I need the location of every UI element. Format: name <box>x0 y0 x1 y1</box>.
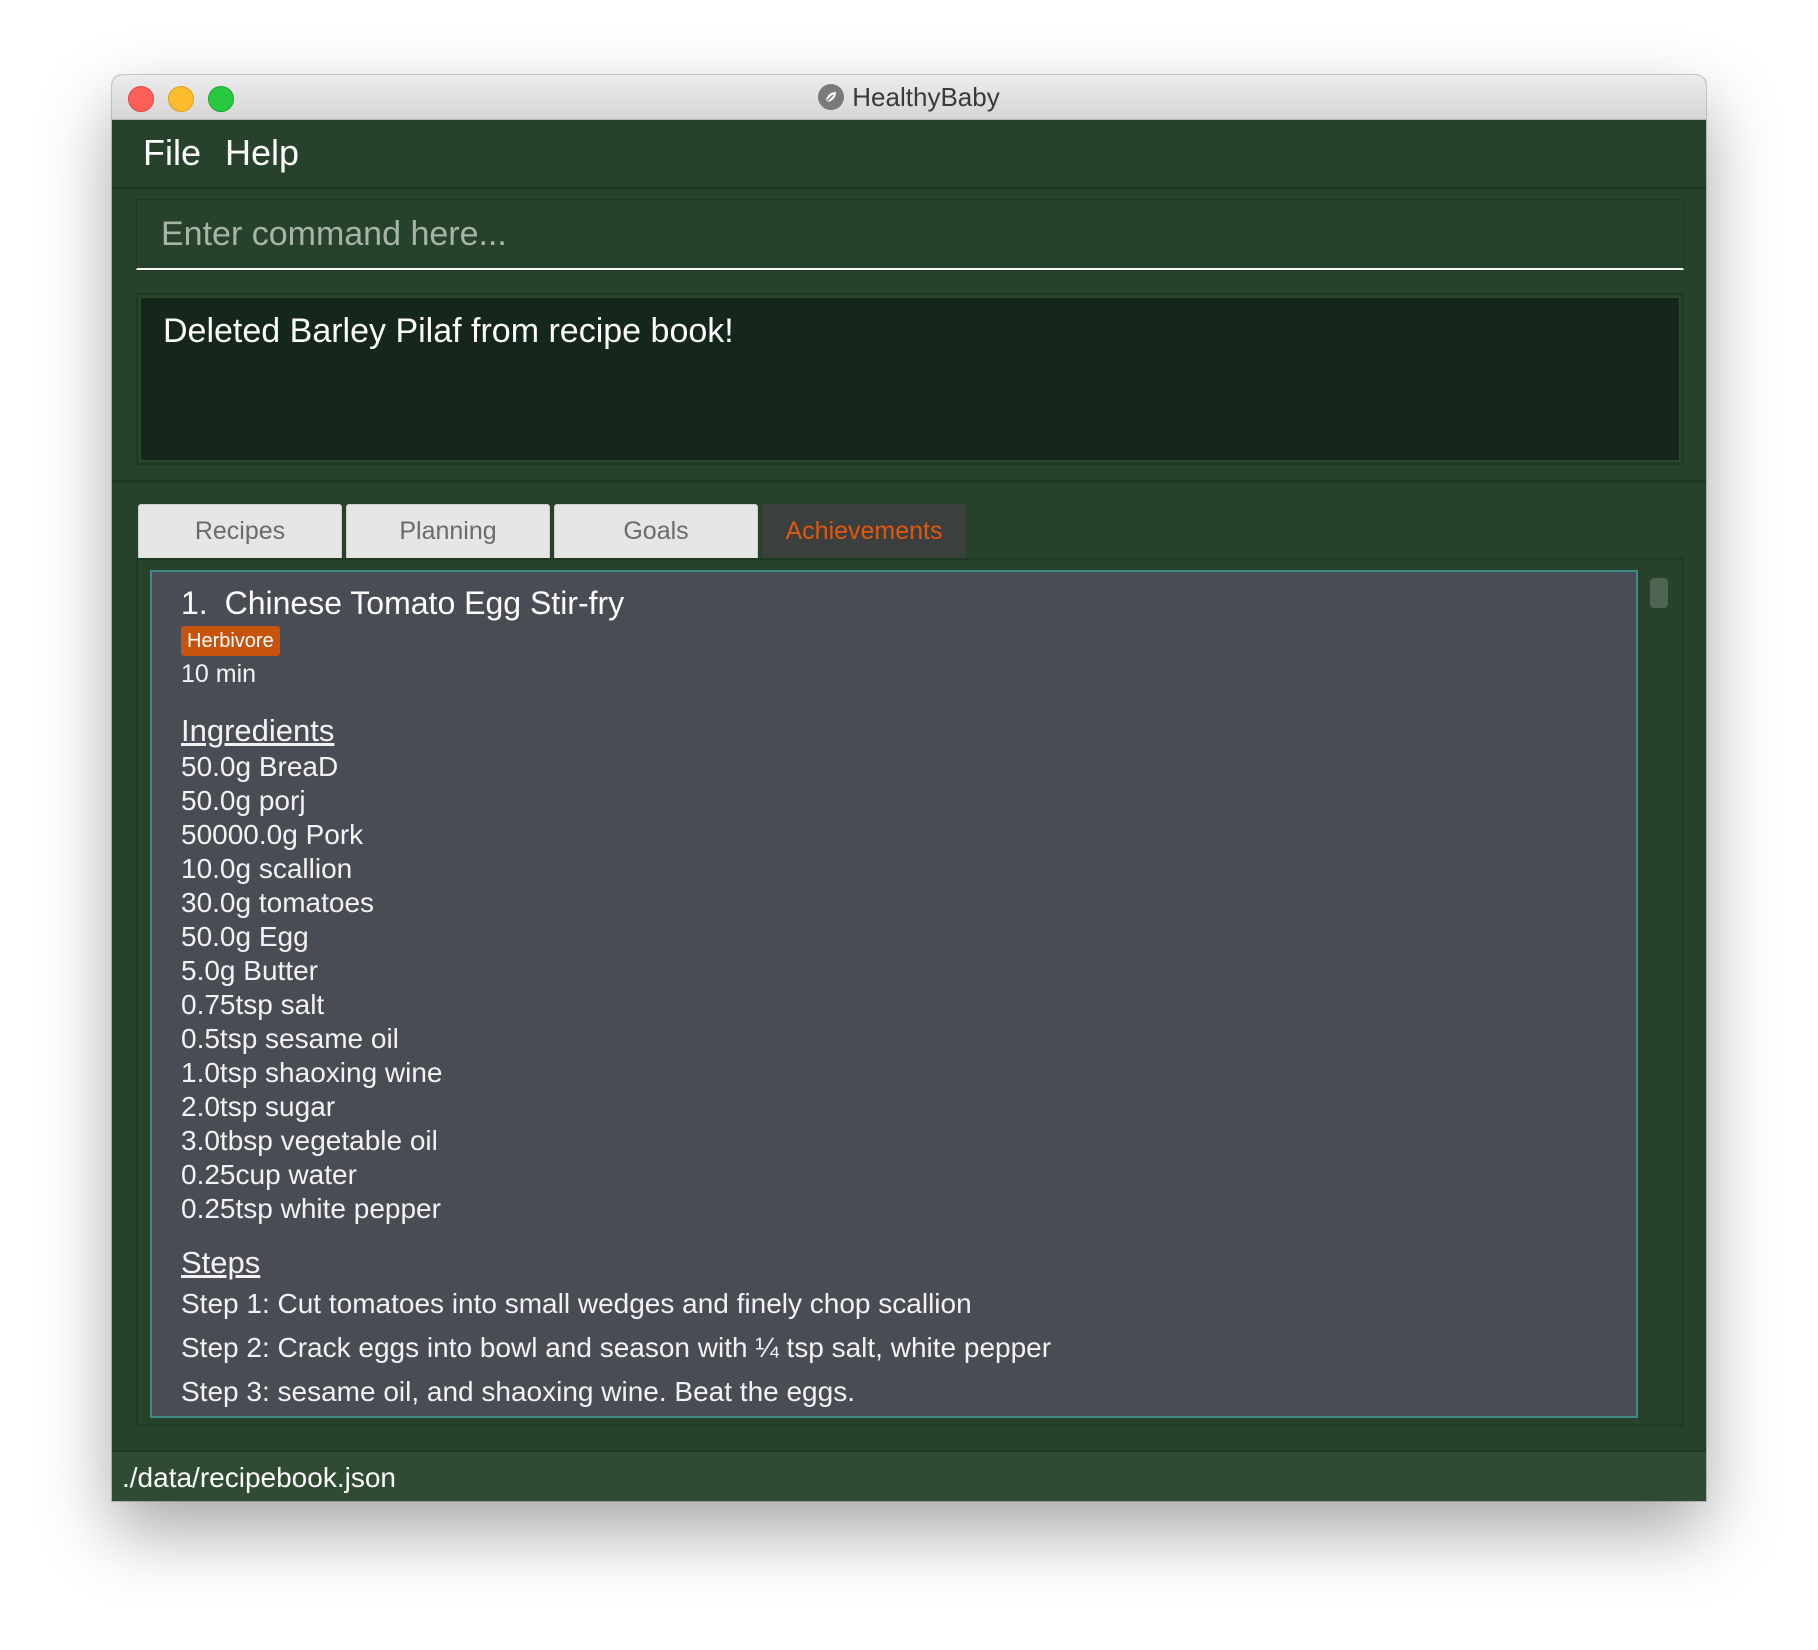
result-display: Deleted Barley Pilaf from recipe book! <box>136 293 1684 465</box>
step-item: Step 3: sesame oil, and shaoxing wine. B… <box>181 1376 855 1407</box>
recipe-index: 1. <box>181 585 208 621</box>
ingredient-item: 1.0tsp shaoxing wine <box>181 1057 443 1088</box>
tab-recipes[interactable]: Recipes <box>138 504 342 559</box>
ingredient-item: 0.25tsp white pepper <box>181 1193 441 1224</box>
menu-file[interactable]: File <box>143 132 201 174</box>
command-input[interactable] <box>137 200 1683 268</box>
ingredients-list: 50.0g BreaD 50.0g porj 50000.0g Pork 10.… <box>181 750 1051 1226</box>
recipe-title: 1. Chinese Tomato Egg Stir-fry <box>181 582 1051 624</box>
result-panel: Deleted Barley Pilaf from recipe book! <box>140 297 1680 461</box>
menu-bar: File Help <box>112 120 1706 189</box>
ingredient-item: 50000.0g Pork <box>181 819 364 850</box>
ingredients-heading: Ingredients <box>181 713 335 748</box>
steps-heading: Steps <box>181 1245 261 1280</box>
scrollbar-thumb[interactable] <box>1650 578 1668 608</box>
ingredient-item: 50.0g porj <box>181 785 306 816</box>
recipe-time: 10 min <box>181 660 257 688</box>
recipe-card[interactable]: 1. Chinese Tomato Egg Stir-fry Herbivore… <box>150 570 1638 1418</box>
title-bar: HealthyBaby <box>112 75 1706 120</box>
ingredient-item: 5.0g Butter <box>181 955 318 986</box>
command-box <box>136 199 1684 270</box>
result-message: Deleted Barley Pilaf from recipe book! <box>163 312 734 350</box>
ingredient-item: 2.0tsp sugar <box>181 1091 336 1122</box>
ingredient-item: 0.75tsp salt <box>181 989 325 1020</box>
ingredient-item: 0.25cup water <box>181 1159 357 1190</box>
ingredient-item: 50.0g BreaD <box>181 751 339 782</box>
ingredient-item: 50.0g Egg <box>181 921 309 952</box>
ingredient-item: 3.0tbsp vegetable oil <box>181 1125 438 1156</box>
ingredient-item: 0.5tsp sesame oil <box>181 1023 399 1054</box>
leaf-icon <box>818 84 845 110</box>
recipe-name: Chinese Tomato Egg Stir-fry <box>224 585 625 621</box>
tab-goals[interactable]: Goals <box>554 504 758 559</box>
app-window: HealthyBaby File Help Deleted Barley Pil… <box>112 75 1706 1501</box>
section-divider <box>112 480 1706 483</box>
window-title: HealthyBaby <box>852 81 1000 112</box>
menu-help[interactable]: Help <box>225 132 299 174</box>
status-bar: ./data/recipebook.json <box>112 1450 1706 1501</box>
ingredient-item: 10.0g scallion <box>181 853 353 884</box>
ingredient-item: 30.0g tomatoes <box>181 887 375 918</box>
recipe-tag-badge: Herbivore <box>181 626 280 656</box>
tab-achievements[interactable]: Achievements <box>762 504 966 559</box>
recipe-details: 1. Chinese Tomato Egg Stir-fry Herbivore… <box>181 582 1051 1414</box>
step-item: Step 2: Crack eggs into bowl and season … <box>181 1332 1052 1363</box>
steps-list: Step 1: Cut tomatoes into small wedges a… <box>181 1282 1051 1414</box>
status-file-path: ./data/recipebook.json <box>122 1462 396 1493</box>
tab-planning[interactable]: Planning <box>346 504 550 559</box>
step-item: Step 1: Cut tomatoes into small wedges a… <box>181 1288 972 1319</box>
